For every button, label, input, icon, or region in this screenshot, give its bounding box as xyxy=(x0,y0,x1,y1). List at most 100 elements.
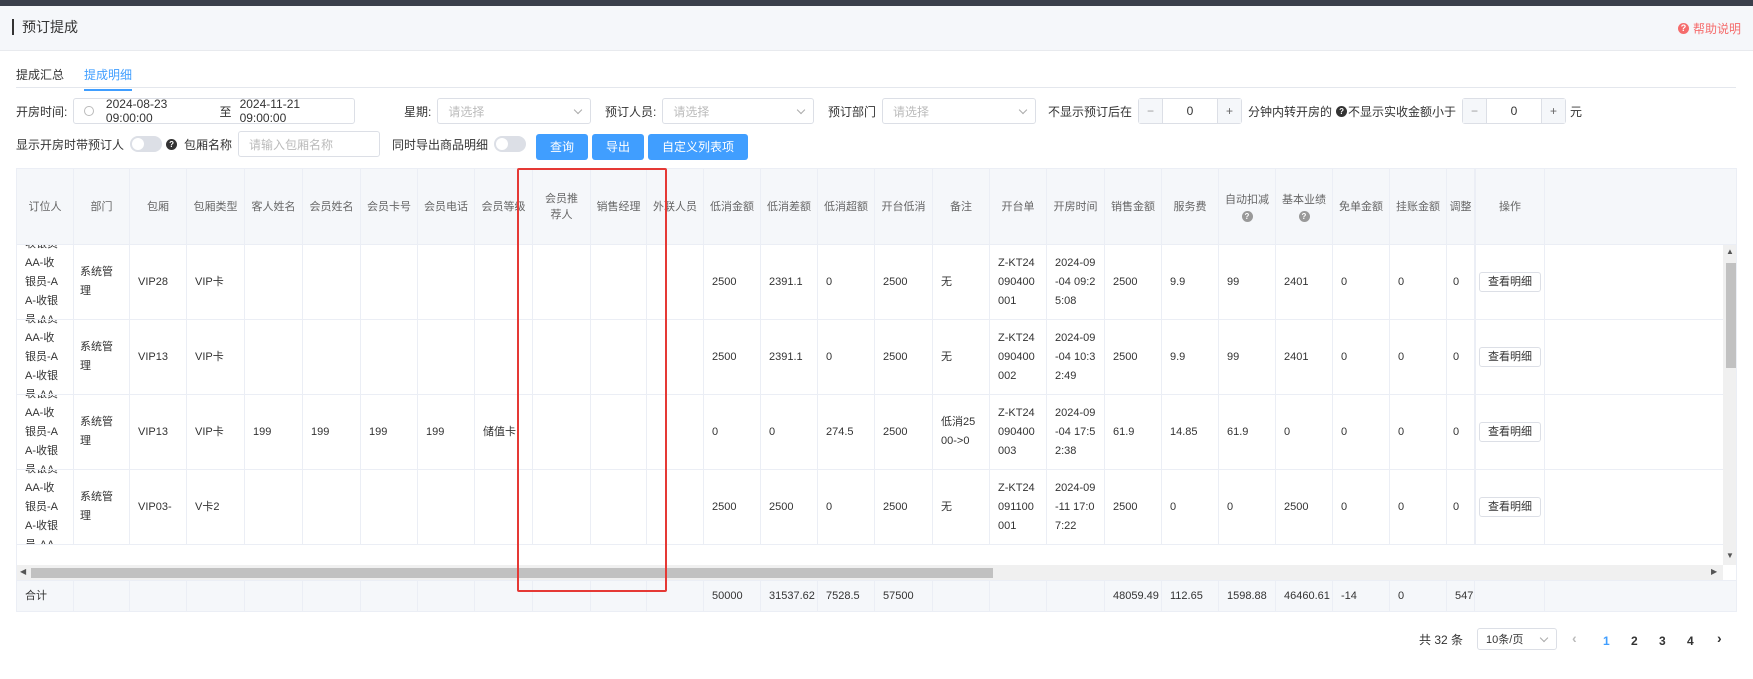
sum-cell-member-level xyxy=(475,581,533,611)
cell-adjust: 0 xyxy=(1447,395,1475,469)
sum-cell-room-type xyxy=(187,581,245,611)
clock-icon xyxy=(84,106,94,116)
minus-button[interactable]: − xyxy=(1139,99,1164,123)
cell-remark: 无 xyxy=(933,320,990,394)
custom-columns-button[interactable]: 自定义列表项 xyxy=(648,134,749,160)
query-button[interactable]: 查询 xyxy=(536,134,589,160)
stepper-value[interactable]: 0 xyxy=(1163,99,1217,123)
horizontal-scrollbar[interactable]: ◀ ▶ xyxy=(17,565,1723,580)
view-detail-button[interactable]: 查看明细 xyxy=(1479,497,1541,517)
cell-open-order: Z-KT24091100001 xyxy=(990,470,1047,544)
export-button[interactable]: 导出 xyxy=(592,134,645,160)
plus-button[interactable]: + xyxy=(1217,99,1242,123)
table-row: 收银员-AA-收银员-AA-收银员-AA系统管理VIP13VIP卡1991991… xyxy=(17,395,1736,470)
export-goods-switch[interactable] xyxy=(494,136,527,152)
minutes-label: 分钟内转开房的 xyxy=(1248,104,1333,119)
cell-open-order: Z-KT24090400001 xyxy=(990,245,1047,319)
cell-outreach xyxy=(647,320,704,394)
show-booker-switch[interactable] xyxy=(130,136,163,152)
hide-amount-stepper[interactable]: − 0 + xyxy=(1462,98,1567,124)
cell-member-level xyxy=(475,470,533,544)
plus-button[interactable]: + xyxy=(1541,99,1566,123)
cell-min-amount: 2500 xyxy=(704,470,761,544)
open-time-label: 开房时间: xyxy=(16,104,68,119)
page-4[interactable]: 4 xyxy=(1687,634,1694,648)
column-header-open-order: 开台单 xyxy=(990,169,1047,245)
question-icon[interactable]: ? xyxy=(166,138,178,150)
chevron-down-icon xyxy=(797,105,806,115)
cell-adjust: 0 xyxy=(1447,320,1475,394)
cell-sales-manager xyxy=(591,395,647,469)
scroll-thumb[interactable] xyxy=(31,568,993,578)
cell-member-card xyxy=(361,470,418,544)
cell-credit-amount: 0 xyxy=(1390,395,1447,469)
minus-button[interactable]: − xyxy=(1463,99,1488,123)
cell-guest-name xyxy=(245,245,303,319)
pagination: 共 32 条 10条/页 xyxy=(1419,628,1558,650)
cell-open-time: 2024-09-04 09:25:08 xyxy=(1047,245,1105,319)
date-range-picker[interactable]: 2024-08-23 09:00:00 至 2024-11-21 09:00:0… xyxy=(73,97,356,125)
vertical-scrollbar[interactable]: ▲ ▼ xyxy=(1723,245,1736,565)
cell-min-diff: 2500 xyxy=(761,470,818,544)
cell-min-diff: 2391.1 xyxy=(761,320,818,394)
scroll-up-icon[interactable]: ▲ xyxy=(1726,247,1734,256)
cell-dept: 系统管理 xyxy=(74,395,130,469)
export-goods-label: 同时导出商品明细 xyxy=(392,137,489,152)
stepper-value[interactable]: 0 xyxy=(1487,99,1541,123)
column-header-service-fee: 服务费 xyxy=(1162,169,1219,245)
dept-select[interactable]: 请选择 xyxy=(882,98,1037,124)
cell-remark: 无 xyxy=(933,245,990,319)
column-header-remark: 备注 xyxy=(933,169,990,245)
sum-cell-booker: 合计 xyxy=(17,581,74,611)
view-detail-button[interactable]: 查看明细 xyxy=(1479,272,1541,292)
column-header-member-phone: 会员电话 xyxy=(418,169,475,245)
column-header-min-diff: 低消差额 xyxy=(761,169,818,245)
hide-after-stepper[interactable]: − 0 + xyxy=(1138,98,1243,124)
sum-cell-member-card xyxy=(361,581,418,611)
column-header-member-level: 会员等级 xyxy=(475,169,533,245)
cell-member-name xyxy=(303,320,361,394)
scroll-right-icon[interactable]: ▶ xyxy=(1711,567,1717,576)
next-page-button[interactable]: › xyxy=(1717,630,1722,646)
cell-sales-amount: 2500 xyxy=(1105,470,1162,544)
cell-room-type: VIP卡 xyxy=(187,320,245,394)
question-icon[interactable]: ? xyxy=(1298,211,1310,222)
question-icon[interactable]: ? xyxy=(1241,211,1253,222)
scroll-down-icon[interactable]: ▼ xyxy=(1726,551,1734,560)
cell-booker: 收银员-AA-收银员-AA-收银员-AA xyxy=(17,470,74,544)
scroll-thumb[interactable] xyxy=(1726,263,1736,368)
cell-adjust: 0 xyxy=(1447,470,1475,544)
sum-cell-member-phone xyxy=(418,581,475,611)
page-1[interactable]: 1 xyxy=(1603,634,1610,648)
question-icon[interactable]: ? xyxy=(1336,105,1348,117)
cell-free-amount: 0 xyxy=(1333,245,1390,319)
yuan-label: 元 xyxy=(1570,104,1583,119)
sum-cell-free-amount: -14 xyxy=(1333,581,1390,611)
prev-page-button[interactable]: ‹ xyxy=(1572,630,1577,646)
cell-member-level xyxy=(475,320,533,394)
cell-free-amount: 0 xyxy=(1333,470,1390,544)
cell-auto-deduct: 99 xyxy=(1219,320,1276,394)
sum-cell-dept xyxy=(74,581,130,611)
page-size-select[interactable]: 10条/页 xyxy=(1477,628,1558,650)
tab-bar: 提成汇总 提成明细 xyxy=(16,64,1736,91)
help-link[interactable]: ? 帮助说明 xyxy=(1677,20,1741,37)
weekday-select[interactable]: 请选择 xyxy=(437,98,592,124)
booker-select[interactable]: 请选择 xyxy=(662,98,815,124)
tab-detail[interactable]: 提成明细 xyxy=(84,66,133,91)
scroll-left-icon[interactable]: ◀ xyxy=(20,567,26,576)
column-header-ops: 操作 xyxy=(1475,169,1545,245)
summary-row: 合计 50000 31537.62 7528.5 57500 48059.49 112.65… xyxy=(17,580,1736,611)
page-2[interactable]: 2 xyxy=(1631,634,1638,648)
cell-open-order: Z-KT24090400003 xyxy=(990,395,1047,469)
tab-summary[interactable]: 提成汇总 xyxy=(16,66,64,89)
page-3[interactable]: 3 xyxy=(1659,634,1666,648)
filter-bar: 开房时间: 2024-08-23 09:00:00 至 2024-11-21 0… xyxy=(0,97,1753,162)
view-detail-button[interactable]: 查看明细 xyxy=(1479,422,1541,442)
hide-amount-label: 不显示实收金额小于 xyxy=(1348,104,1457,119)
room-name-input[interactable]: 请输入包厢名称 xyxy=(238,131,381,157)
cell-adjust: 0 xyxy=(1447,245,1475,319)
column-header-min-amount: 低消金额 xyxy=(704,169,761,245)
view-detail-button[interactable]: 查看明细 xyxy=(1479,347,1541,367)
column-header-dept: 部门 xyxy=(74,169,130,245)
